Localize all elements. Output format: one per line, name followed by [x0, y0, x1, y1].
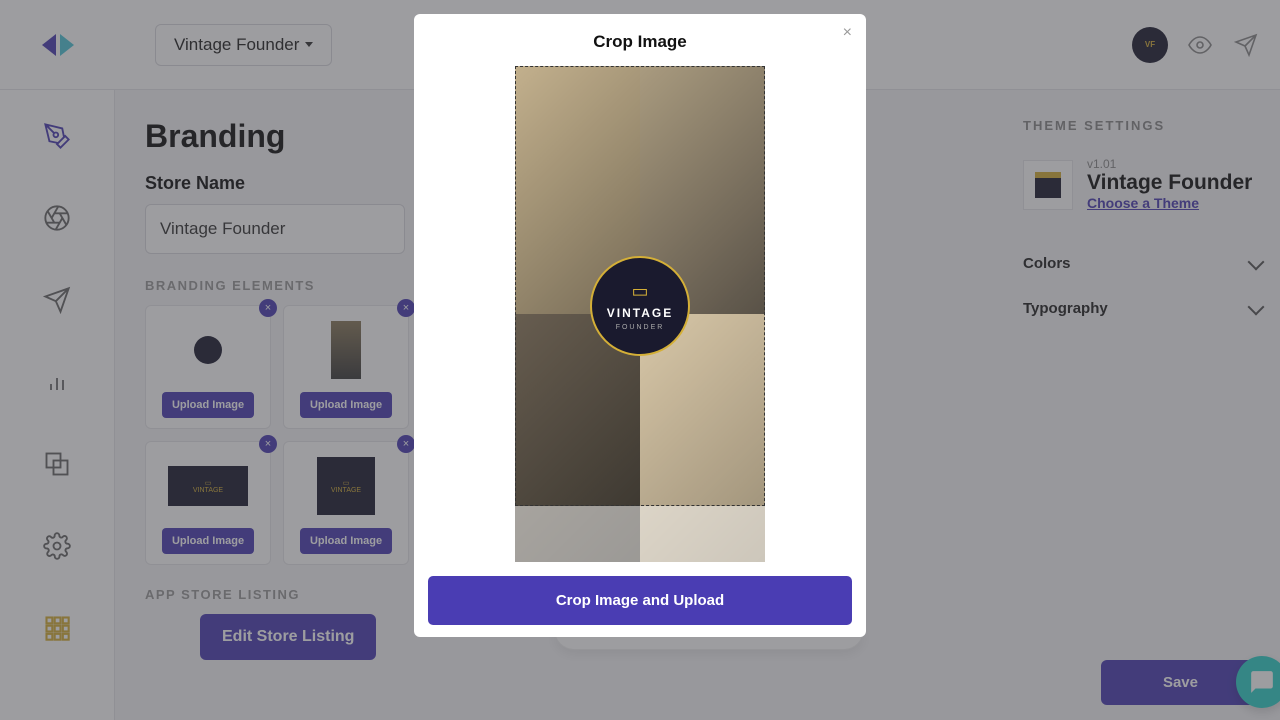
vintage-badge-icon: ▭ VINTAGE FOUNDER — [590, 256, 690, 356]
close-icon[interactable]: × — [843, 24, 852, 42]
crop-image-modal: × Crop Image ▭ VINTAGE FOUNDER Crop Imag… — [414, 14, 866, 637]
badge-subtitle: FOUNDER — [616, 324, 665, 331]
badge-title: VINTAGE — [607, 306, 673, 320]
modal-overlay[interactable]: × Crop Image ▭ VINTAGE FOUNDER Crop Imag… — [0, 0, 1280, 720]
save-disk-icon: ▭ — [631, 281, 648, 302]
crop-area[interactable]: ▭ VINTAGE FOUNDER — [515, 66, 765, 562]
modal-title: Crop Image — [593, 32, 687, 52]
crop-upload-button[interactable]: Crop Image and Upload — [428, 576, 852, 625]
